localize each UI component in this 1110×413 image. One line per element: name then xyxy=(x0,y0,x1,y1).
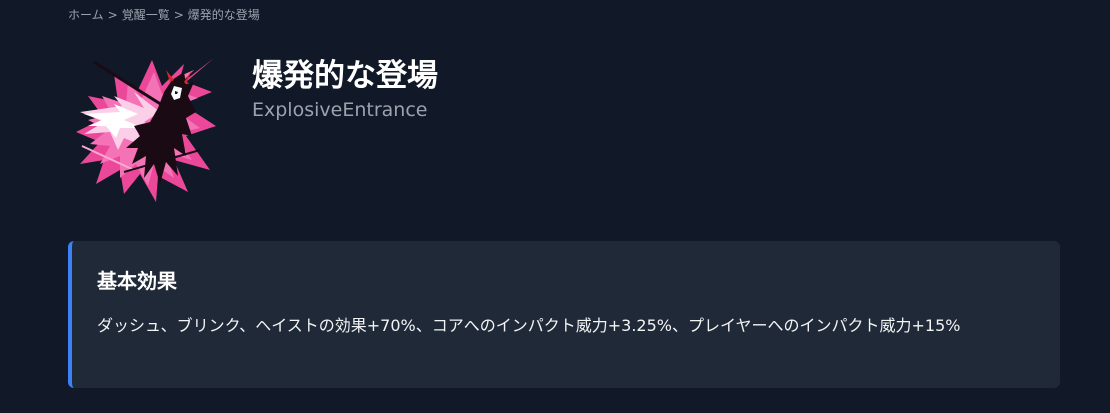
page-subtitle: ExplosiveEntrance xyxy=(252,99,428,121)
effect-card-heading: 基本効果 xyxy=(97,269,177,293)
breadcrumb-home-link[interactable]: ホーム xyxy=(68,6,104,23)
breadcrumb-separator: > xyxy=(173,7,184,22)
page-title: 爆発的な登場 xyxy=(252,58,438,94)
breadcrumb-separator: > xyxy=(107,7,118,22)
explosive-entrance-icon xyxy=(74,52,222,202)
breadcrumb: ホーム > 覚醒一覧 > 爆発的な登場 xyxy=(68,6,260,23)
page: ホーム > 覚醒一覧 > 爆発的な登場 爆発的な登場 ExplosiveEntr… xyxy=(0,0,1110,413)
breadcrumb-list-link[interactable]: 覚醒一覧 xyxy=(122,6,170,23)
effect-card: 基本効果 ダッシュ、ブリンク、ヘイストの効果+70%、コアへのインパクト威力+3… xyxy=(68,241,1060,388)
effect-card-description: ダッシュ、ブリンク、ヘイストの効果+70%、コアへのインパクト威力+3.25%、… xyxy=(97,316,961,335)
breadcrumb-current: 爆発的な登場 xyxy=(187,8,260,22)
